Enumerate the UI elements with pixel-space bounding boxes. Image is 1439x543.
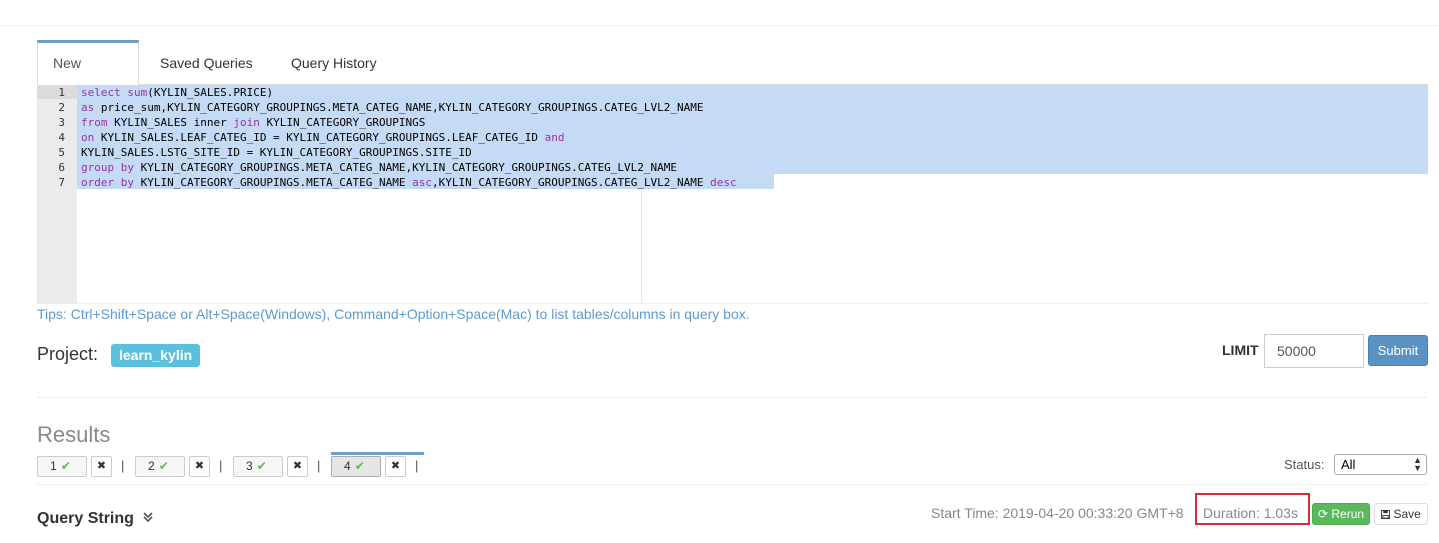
save-button[interactable]: Save	[1374, 503, 1428, 525]
result-tab-label: 3	[246, 459, 253, 473]
close-result-3-button[interactable]: ✖	[287, 456, 308, 477]
result-tab-3[interactable]: 3 ✔	[233, 456, 283, 477]
check-icon: ✔	[354, 459, 365, 473]
status-label: Status:	[1284, 457, 1325, 472]
sql-token: price_sum,KYLIN_CATEGORY_GROUPINGS.META_…	[94, 101, 704, 114]
result-tab-4[interactable]: 4 ✔	[331, 456, 381, 477]
sql-keyword: as	[81, 101, 95, 114]
check-icon: ✔	[60, 459, 71, 473]
results-title: Results	[37, 422, 111, 447]
rerun-button[interactable]: ⟳ Rerun	[1312, 503, 1370, 525]
code-line[interactable]: select sum(KYLIN_SALES.PRICE)	[81, 85, 273, 100]
line-number: 4	[58, 131, 65, 144]
close-icon: ✖	[292, 460, 303, 472]
line-number: 7	[58, 176, 65, 189]
result-tab-label: 1	[50, 459, 57, 473]
separator: |	[317, 458, 321, 473]
sql-keyword: group by	[81, 161, 134, 174]
code-line[interactable]: KYLIN_SALES.LSTG_SITE_ID = KYLIN_CATEGOR…	[81, 145, 472, 160]
sql-token: KYLIN_CATEGORY_GROUPINGS	[259, 116, 426, 129]
submit-button[interactable]: Submit	[1368, 335, 1428, 366]
code-line[interactable]: on KYLIN_SALES.LEAF_CATEG_ID = KYLIN_CAT…	[81, 130, 564, 145]
sql-keyword: from	[81, 116, 108, 129]
code-line[interactable]: order by KYLIN_CATEGORY_GROUPINGS.META_C…	[81, 175, 737, 190]
sql-keyword: select	[81, 86, 121, 99]
line-number: 6	[58, 161, 65, 174]
sql-editor[interactable]: 1 2 3 4 5 6 7 select sum(KYLIN_SALES.PRI…	[37, 85, 1428, 304]
line-number: 2	[58, 101, 65, 114]
editor-tips: Tips: Ctrl+Shift+Space or Alt+Space(Wind…	[37, 306, 750, 322]
start-time: Start Time: 2019-04-20 00:33:20 GMT+8	[931, 505, 1184, 521]
close-result-2-button[interactable]: ✖	[189, 456, 210, 477]
chevron-down-icon[interactable]	[142, 511, 154, 526]
sql-keyword: asc	[412, 176, 433, 189]
check-icon: ✔	[256, 459, 267, 473]
separator: |	[219, 458, 223, 473]
result-tab-label: 2	[148, 459, 155, 473]
code-line[interactable]: as price_sum,KYLIN_CATEGORY_GROUPINGS.ME…	[81, 100, 704, 115]
refresh-icon: ⟳	[1317, 507, 1329, 521]
editor-gutter: 1 2 3 4 5 6 7	[37, 85, 77, 304]
close-result-1-button[interactable]: ✖	[91, 456, 112, 477]
rerun-label: Rerun	[1331, 507, 1365, 521]
active-result-indicator	[331, 452, 424, 455]
select-arrows-icon: ▲ ▼	[1413, 455, 1422, 473]
sql-token: ,KYLIN_CATEGORY_GROUPINGS.CATEG_LVL2_NAM…	[432, 176, 711, 189]
close-icon: ✖	[96, 460, 107, 472]
sql-keyword: on	[81, 131, 95, 144]
limit-input[interactable]	[1264, 334, 1364, 368]
close-icon: ✖	[390, 460, 401, 472]
section-divider	[37, 397, 1428, 398]
sql-token: inner	[193, 116, 227, 129]
save-icon	[1381, 507, 1393, 521]
result-tab-label: 4	[344, 459, 351, 473]
separator: |	[121, 458, 125, 473]
sql-keyword: desc	[710, 176, 737, 189]
sql-token: KYLIN_SALES.LEAF_CATEG_ID = KYLIN_CATEGO…	[94, 131, 545, 144]
sql-keyword: and	[544, 131, 565, 144]
sql-token: KYLIN_CATEGORY_GROUPINGS.META_CATEG_NAME…	[133, 161, 678, 174]
sql-keyword: sum	[127, 86, 148, 99]
result-tab-1[interactable]: 1 ✔	[37, 456, 87, 477]
section-divider	[37, 484, 1428, 485]
query-tabs: New Query Saved Queries Query History	[37, 40, 1428, 111]
close-icon: ✖	[194, 460, 205, 472]
close-result-4-button[interactable]: ✖	[385, 456, 406, 477]
query-string-title[interactable]: Query String	[37, 510, 134, 528]
code-line[interactable]: from KYLIN_SALES inner join KYLIN_CATEGO…	[81, 115, 425, 130]
limit-label: LIMIT	[1222, 342, 1259, 358]
line-number: 5	[58, 146, 65, 159]
top-rule	[0, 25, 1439, 26]
project-badge: learn_kylin	[111, 344, 201, 367]
code-line[interactable]: group by KYLIN_CATEGORY_GROUPINGS.META_C…	[81, 160, 677, 175]
line-number: 3	[58, 116, 65, 129]
sql-keyword: order by	[81, 176, 134, 189]
project-label: Project:	[37, 344, 99, 364]
sql-token: KYLIN_CATEGORY_GROUPINGS.META_CATEG_NAME	[133, 176, 413, 189]
save-label: Save	[1393, 507, 1421, 521]
result-tab-2[interactable]: 2 ✔	[135, 456, 185, 477]
duration: Duration: 1.03s	[1203, 505, 1298, 521]
sql-token: (KYLIN_SALES.PRICE)	[147, 86, 274, 99]
sql-token: KYLIN_SALES	[107, 116, 194, 129]
check-icon: ✔	[158, 459, 169, 473]
status-select[interactable]: All ▲ ▼	[1334, 454, 1427, 475]
sql-token: KYLIN_SALES.LSTG_SITE_ID = KYLIN_CATEGOR…	[81, 146, 472, 159]
status-selected-value: All	[1341, 457, 1356, 472]
separator: |	[415, 458, 419, 473]
tab-query-history[interactable]: Query History	[276, 40, 392, 85]
line-number: 1	[58, 86, 65, 99]
sql-keyword: join	[233, 116, 260, 129]
print-margin	[641, 189, 642, 304]
tab-saved-queries[interactable]: Saved Queries	[145, 40, 268, 85]
tab-new-query[interactable]: New Query	[37, 40, 139, 111]
